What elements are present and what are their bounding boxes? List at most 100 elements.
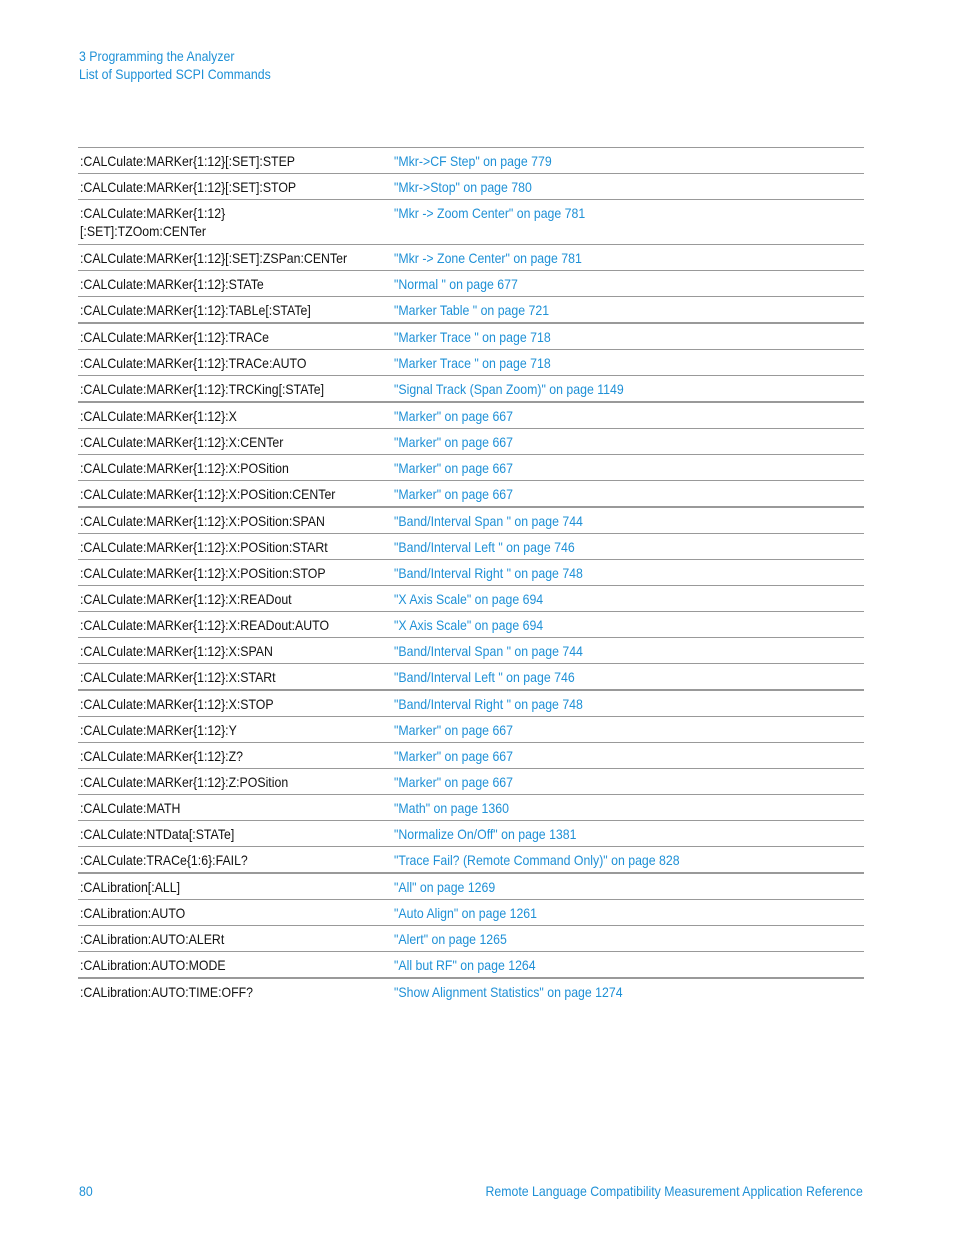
- command-cell: :CALibration:AUTO:ALERt: [78, 926, 394, 952]
- page-reference-link[interactable]: "Band/Interval Right " on page 748: [394, 691, 583, 713]
- command-cell: :CALCulate:MARKer{1:12}:Y: [78, 717, 394, 743]
- scpi-command-continued: [:SET]:TZOom:CENTer: [80, 223, 206, 239]
- table-row: :CALCulate:MARKer{1:12}:Z? "Marker" on pa…: [78, 742, 864, 769]
- table-row: :CALCulate:NTData[:STATe] "Normalize On/O…: [78, 820, 864, 847]
- page-reference-link[interactable]: "Marker" on page 667: [394, 769, 513, 791]
- command-cell: :CALCulate:MATH: [78, 795, 394, 821]
- page-reference-link[interactable]: "Marker" on page 667: [394, 717, 513, 739]
- scpi-command: :CALCulate:MARKer{1:12}:X: [80, 408, 237, 424]
- scpi-command: :CALCulate:MARKer{1:12}[:SET]:ZSPan:CENT…: [80, 250, 348, 266]
- command-cell: :CALCulate:MARKer{1:12}[:SET]:STEP: [78, 148, 394, 174]
- reference-cell: "Marker" on page 667: [394, 743, 864, 769]
- page-reference-link[interactable]: "Show Alignment Statistics" on page 1274: [394, 979, 623, 1001]
- reference-cell: "Mkr->Stop" on page 780: [394, 174, 864, 200]
- scpi-command: :CALibration[:ALL]: [80, 879, 180, 895]
- table-row: :CALCulate:MARKer{1:12}:X:STOP "Band/Inte…: [78, 690, 864, 717]
- document-title: Remote Language Compatibility Measuremen…: [485, 1183, 863, 1199]
- page-reference-link[interactable]: "Marker Table " on page 721: [394, 297, 549, 319]
- command-cell: :CALCulate:MARKer{1:12}:TRACe:AUTO: [78, 350, 394, 376]
- page-reference-link[interactable]: "Normal " on page 677: [394, 271, 518, 293]
- scpi-command: :CALCulate:MATH: [80, 800, 181, 816]
- table-row: :CALCulate:MARKer{1:12}:X:READout "X Axis…: [78, 585, 864, 612]
- table-row: :CALCulate:MARKer{1:12}:X:POSition:CENTe…: [78, 480, 864, 508]
- reference-cell: "Marker" on page 667: [394, 402, 864, 429]
- page-reference-link[interactable]: "Signal Track (Span Zoom)" on page 1149: [394, 376, 624, 398]
- page-reference-link[interactable]: "Mkr->CF Step" on page 779: [394, 148, 552, 170]
- command-cell: :CALCulate:MARKer{1:12}:X:POSition: [78, 455, 394, 481]
- table-row: :CALCulate:MARKer{1:12}:STATe "Normal " o…: [78, 270, 864, 297]
- page-reference-link[interactable]: "Band/Interval Left " on page 746: [394, 664, 575, 686]
- reference-cell: "Mkr -> Zoom Center" on page 781: [394, 200, 864, 245]
- command-cell: :CALCulate:MARKer{1:12}:X:SPAN: [78, 638, 394, 664]
- table-row: :CALCulate:MARKer{1:12}[:SET]:STEP "Mkr->…: [78, 147, 864, 174]
- page-reference-link[interactable]: "All but RF" on page 1264: [394, 952, 536, 974]
- page-reference-link[interactable]: "Marker" on page 667: [394, 481, 513, 503]
- page-reference-link[interactable]: "X Axis Scale" on page 694: [394, 586, 543, 608]
- scpi-command: :CALCulate:MARKer{1:12}:X:POSition:STARt: [80, 539, 328, 555]
- page-reference-link[interactable]: "Band/Interval Span " on page 744: [394, 638, 583, 660]
- command-cell: :CALCulate:MARKer{1:12}:X:POSition:STARt: [78, 534, 394, 560]
- command-cell: :CALCulate:MARKer{1:12}:X:POSition:CENTe…: [78, 481, 394, 508]
- page-reference-link[interactable]: "Band/Interval Right " on page 748: [394, 560, 583, 582]
- page-reference-link[interactable]: "Marker" on page 667: [394, 743, 513, 765]
- scpi-command: :CALCulate:MARKer{1:12}:X:SPAN: [80, 643, 273, 659]
- table-row: :CALCulate:MARKer{1:12}:TABLe[:STATe] "Ma…: [78, 296, 864, 324]
- page-reference-link[interactable]: "Band/Interval Span " on page 744: [394, 508, 583, 530]
- page-reference-link[interactable]: "All" on page 1269: [394, 874, 495, 896]
- command-cell: :CALCulate:MARKer{1:12}:STATe: [78, 271, 394, 297]
- table-row: :CALCulate:MARKer{1:12}:TRACe "Marker Tra…: [78, 323, 864, 350]
- scpi-command: :CALCulate:MARKer{1:12}:TRACe:AUTO: [80, 355, 307, 371]
- page-reference-link[interactable]: "Marker Trace " on page 718: [394, 324, 551, 346]
- scpi-command: :CALCulate:MARKer{1:12}:X:POSition:CENTe…: [80, 486, 336, 502]
- page-reference-link[interactable]: "Marker" on page 667: [394, 403, 513, 425]
- table-row: :CALCulate:MARKer{1:12} [:SET]:TZOom:CENT…: [78, 199, 864, 245]
- command-cell: :CALibration:AUTO:MODE: [78, 952, 394, 979]
- page-reference-link[interactable]: "Math" on page 1360: [394, 795, 509, 817]
- reference-cell: "Band/Interval Left " on page 746: [394, 664, 864, 691]
- scpi-command: :CALibration:AUTO:TIME:OFF?: [80, 984, 253, 1000]
- table-row: :CALCulate:MARKer{1:12}:Z:POSition "Marke…: [78, 768, 864, 795]
- reference-cell: "Marker" on page 667: [394, 769, 864, 795]
- page-reference-link[interactable]: "Trace Fail? (Remote Command Only)" on p…: [394, 847, 680, 869]
- page-reference-link[interactable]: "Marker" on page 667: [394, 455, 513, 477]
- page-reference-link[interactable]: "X Axis Scale" on page 694: [394, 612, 543, 634]
- scpi-command: :CALCulate:NTData[:STATe]: [80, 826, 235, 842]
- reference-cell: "Trace Fail? (Remote Command Only)" on p…: [394, 847, 864, 874]
- table-row: :CALibration[:ALL] "All" on page 1269: [78, 873, 864, 900]
- command-cell: :CALCulate:MARKer{1:12}:Z:POSition: [78, 769, 394, 795]
- command-cell: :CALibration:AUTO:TIME:OFF?: [78, 978, 394, 1004]
- table-row: :CALibration:AUTO:TIME:OFF? "Show Alignme…: [78, 978, 864, 1004]
- reference-cell: "Alert" on page 1265: [394, 926, 864, 952]
- page-reference-link[interactable]: "Marker" on page 667: [394, 429, 513, 451]
- scpi-command: :CALCulate:TRACe{1:6}:FAIL?: [80, 852, 248, 868]
- page-reference-link[interactable]: "Alert" on page 1265: [394, 926, 507, 948]
- table-row: :CALCulate:MARKer{1:12}:X:POSition:STOP "…: [78, 559, 864, 586]
- table-row: :CALCulate:MARKer{1:12}[:SET]:STOP "Mkr->…: [78, 173, 864, 200]
- reference-cell: "Marker" on page 667: [394, 455, 864, 481]
- page-reference-link[interactable]: "Auto Align" on page 1261: [394, 900, 537, 922]
- reference-cell: "Band/Interval Span " on page 744: [394, 638, 864, 664]
- page-reference-link[interactable]: "Normalize On/Off" on page 1381: [394, 821, 576, 843]
- scpi-command: :CALCulate:MARKer{1:12}:STATe: [80, 276, 264, 292]
- page-reference-link[interactable]: "Band/Interval Left " on page 746: [394, 534, 575, 556]
- scpi-command: :CALCulate:MARKer{1:12}:X:POSition: [80, 460, 289, 476]
- scpi-command: :CALibration:AUTO:ALERt: [80, 931, 225, 947]
- page-reference-link[interactable]: "Mkr->Stop" on page 780: [394, 174, 532, 196]
- page-reference-link[interactable]: "Mkr -> Zone Center" on page 781: [394, 245, 582, 267]
- scpi-command: :CALCulate:MARKer{1:12}:X:READout: [80, 591, 292, 607]
- section-title: List of Supported SCPI Commands: [79, 66, 271, 82]
- reference-cell: "Signal Track (Span Zoom)" on page 1149: [394, 376, 864, 403]
- reference-cell: "Marker" on page 667: [394, 481, 864, 508]
- command-cell: :CALCulate:TRACe{1:6}:FAIL?: [78, 847, 394, 874]
- command-cell: :CALCulate:NTData[:STATe]: [78, 821, 394, 847]
- reference-cell: "Normalize On/Off" on page 1381: [394, 821, 864, 847]
- scpi-command: :CALCulate:MARKer{1:12}:X:STARt: [80, 669, 276, 685]
- command-cell: :CALCulate:MARKer{1:12}:X:READout:AUTO: [78, 612, 394, 638]
- page-reference-link[interactable]: "Mkr -> Zoom Center" on page 781: [394, 200, 585, 222]
- table-row: :CALCulate:MARKer{1:12}:X:READout:AUTO "X…: [78, 611, 864, 638]
- scpi-command: :CALCulate:MARKer{1:12}:TRACe: [80, 329, 269, 345]
- page-reference-link[interactable]: "Marker Trace " on page 718: [394, 350, 551, 372]
- scpi-command: :CALCulate:MARKer{1:12}:Y: [80, 722, 237, 738]
- command-cell: :CALCulate:MARKer{1:12}:X:STOP: [78, 690, 394, 717]
- command-cell: :CALibration:AUTO: [78, 900, 394, 926]
